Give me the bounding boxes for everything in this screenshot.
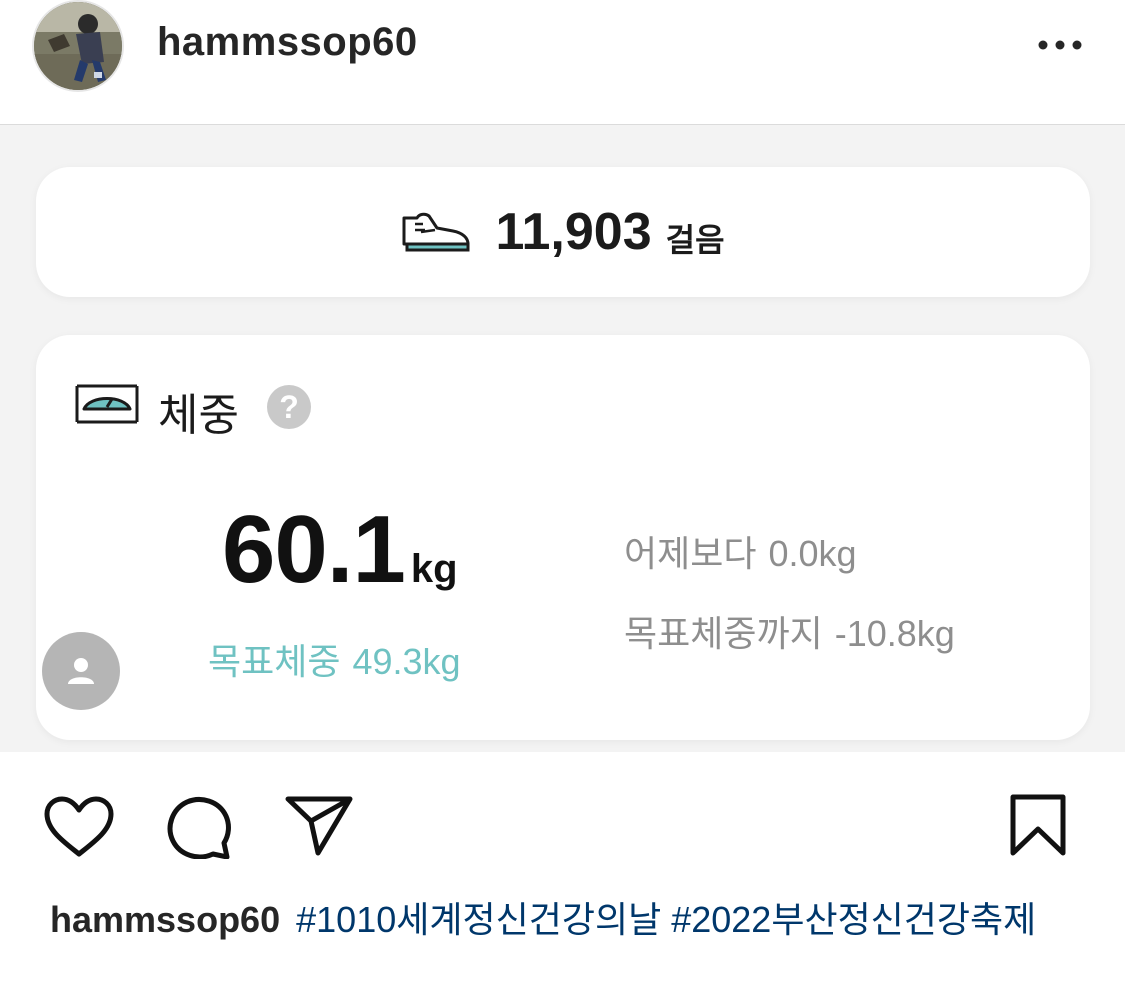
more-horizontal-icon [1038,40,1082,50]
post-caption: hammssop60 #1010세계정신건강의날 #2022부산정신건강축제 [50,896,1080,944]
tagged-user-button[interactable] [42,632,120,710]
help-icon[interactable]: ? [267,385,311,429]
user-icon [68,658,94,684]
profile-photo [34,2,122,90]
bookmark-icon [1010,794,1066,856]
post-header: hammssop60 [0,0,1125,125]
share-button[interactable] [284,795,354,862]
avatar[interactable] [32,0,124,92]
goal-weight-label: 목표체중 [208,641,341,682]
to-goal: 목표체중까지 -10.8kg [624,605,955,657]
heart-icon [44,796,114,857]
send-icon [285,796,353,856]
weight-value: 60.1 [222,496,406,603]
caption-username[interactable]: hammssop60 [50,899,280,940]
vs-yesterday: 어제보다 0.0kg [624,525,857,577]
goal-weight-value: 49.3kg [352,641,461,682]
sneaker-icon [402,212,470,252]
weight-value-group: 60.1 kg [222,495,458,605]
goal-weight: 목표체중 49.3kg [208,633,461,685]
comment-button[interactable] [164,795,232,864]
weight-card: 체중 ? 60.1 kg 목표체중 49.3kg 어제보다 0.0kg 목표체중까지… [36,335,1090,740]
vs-yesterday-label: 어제보다 [624,533,757,574]
post-image[interactable]: 11,903 걸음 체중 ? 60.1 kg 목표체중 49.3kg 어제보다 0.… [0,125,1125,752]
weight-title: 체중 [158,391,239,440]
hashtag-link[interactable]: #2022부산정신건강축제 [671,899,1036,940]
steps-unit: 걸음 [665,222,725,258]
to-goal-label: 목표체중까지 [624,613,823,654]
post-actions [0,752,1125,892]
post-username[interactable]: hammssop60 [157,20,418,65]
hashtag-link[interactable]: #1010세계정신건강의날 [296,899,661,940]
steps-card: 11,903 걸음 [36,167,1090,297]
more-options-button[interactable] [1030,30,1090,60]
weight-unit: kg [410,547,458,591]
to-goal-value: -10.8kg [834,613,955,654]
save-button[interactable] [1009,793,1067,862]
like-button[interactable] [44,796,114,863]
vs-yesterday-value: 0.0kg [768,533,857,574]
scale-icon [75,384,139,424]
comment-icon [167,797,231,860]
steps-count: 11,903 [495,203,652,261]
